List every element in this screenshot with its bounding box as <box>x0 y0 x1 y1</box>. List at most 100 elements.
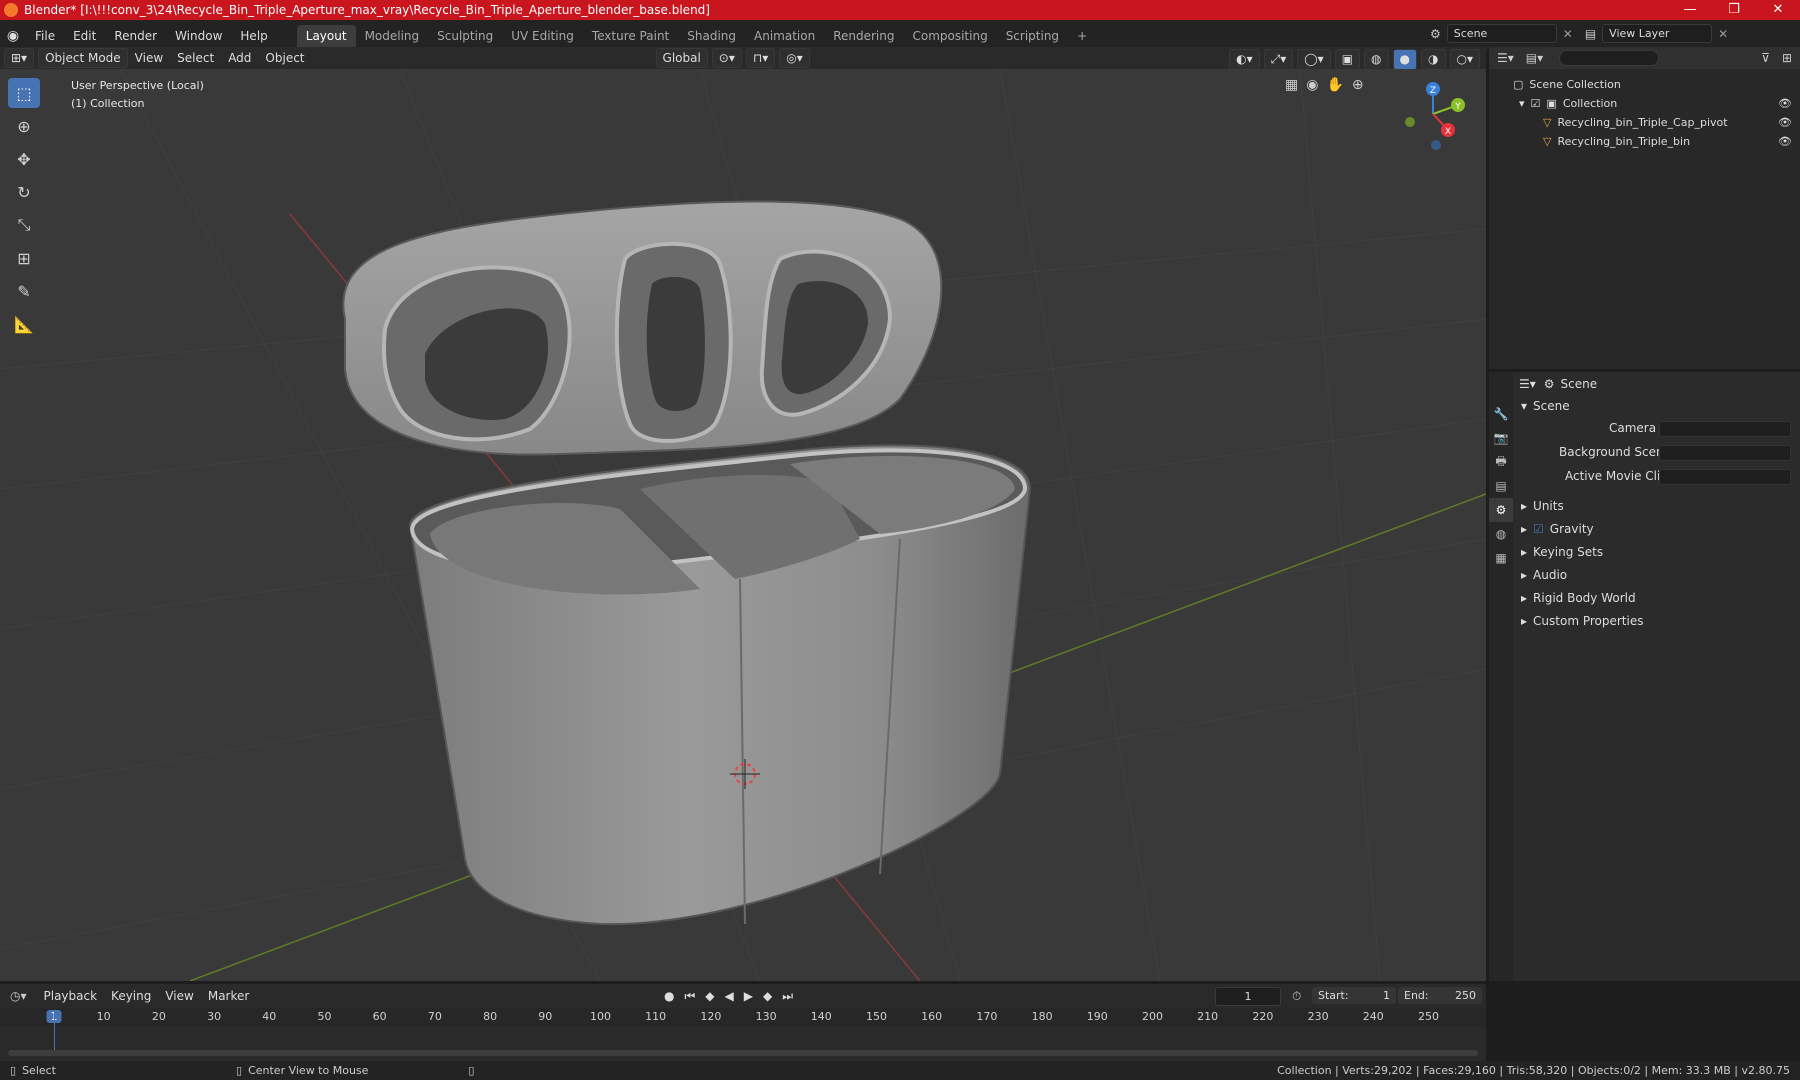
gravity-checkbox-icon[interactable]: ☑ <box>1533 522 1544 536</box>
expand-arrow-icon[interactable]: ▾ <box>1519 97 1525 110</box>
outliner-collection[interactable]: ▾ ☑ ▣ Collection 👁 <box>1519 94 1800 113</box>
timeline-menu-playback[interactable]: Playback <box>37 989 105 1003</box>
active-movie-clip-field[interactable] <box>1659 469 1791 485</box>
tab-compositing[interactable]: Compositing <box>903 25 996 47</box>
menu-render[interactable]: Render <box>105 29 166 43</box>
tab-layout[interactable]: Layout <box>296 24 356 47</box>
start-frame-field[interactable]: Start: 1 <box>1312 987 1396 1004</box>
next-keyframe-icon[interactable]: ◆ <box>763 989 772 1004</box>
tab-texture-paint[interactable]: Texture Paint <box>583 25 678 47</box>
timeline-menu-view[interactable]: View <box>158 989 200 1003</box>
rotate-tool-icon[interactable]: ↻ <box>8 177 40 207</box>
record-icon[interactable]: ● <box>664 989 674 1004</box>
transform-tool-icon[interactable]: ⊞ <box>8 243 40 273</box>
xray-icon[interactable]: ▣ <box>1334 49 1361 70</box>
texture-tab-icon[interactable]: ▦ <box>1489 546 1513 570</box>
timeline-menu-keying[interactable]: Keying <box>104 989 158 1003</box>
wireframe-shading-icon[interactable]: ◍ <box>1364 49 1389 70</box>
gizmo-toggle-icon[interactable]: ⤢▾ <box>1263 49 1294 70</box>
outliner-editor-icon[interactable]: ☰▾ <box>1497 51 1514 65</box>
select-box-tool-icon[interactable]: ⬚ <box>8 78 40 108</box>
scene-tab-icon[interactable]: ⚙ <box>1489 498 1513 522</box>
background-scene-field[interactable] <box>1659 445 1791 461</box>
blender-menu-icon[interactable]: ◉ <box>0 28 26 44</box>
jump-end-icon[interactable]: ⏭ <box>782 989 793 1004</box>
panel-audio[interactable]: ▸ Audio <box>1521 565 1567 585</box>
menu-window[interactable]: Window <box>166 29 231 43</box>
panel-custom-properties[interactable]: ▸ Custom Properties <box>1521 611 1643 631</box>
panel-rigid-body-world[interactable]: ▸ Rigid Body World <box>1521 588 1636 608</box>
visibility-eye-icon[interactable]: 👁 <box>1778 97 1792 110</box>
view-layer-close-icon[interactable]: ✕ <box>1718 27 1728 41</box>
scene-close-icon[interactable]: ✕ <box>1563 27 1573 41</box>
zoom-icon[interactable]: ⊕ <box>1352 77 1364 93</box>
snap-icon[interactable]: ⊓▾ <box>745 48 776 68</box>
scale-tool-icon[interactable]: ⤡ <box>8 210 40 240</box>
cursor-tool-icon[interactable]: ⊕ <box>8 111 40 141</box>
editor-type-icon[interactable]: ⊞▾ <box>4 48 35 68</box>
panel-units[interactable]: ▸ Units <box>1521 496 1564 516</box>
tab-uv-editing[interactable]: UV Editing <box>502 25 583 47</box>
tab-modeling[interactable]: Modeling <box>356 25 429 47</box>
camera-view-icon[interactable]: ◉ <box>1306 77 1318 93</box>
view-layer-tab-icon[interactable]: ▤ <box>1489 474 1513 498</box>
pan-hand-icon[interactable]: ✋ <box>1326 77 1343 93</box>
transform-orientation-selector[interactable]: Global <box>655 48 708 68</box>
view-layer-selector[interactable]: View Layer <box>1602 24 1713 43</box>
timeline-ruler[interactable]: 1102030405060708090100110120130140150160… <box>0 1008 1486 1026</box>
tool-tab-icon[interactable]: 🔧 <box>1489 402 1513 426</box>
tab-animation[interactable]: Animation <box>745 25 824 47</box>
proportional-edit-icon[interactable]: ◎▾ <box>779 48 810 68</box>
scene-panel-header[interactable]: ▾ Scene <box>1521 396 1570 416</box>
menu-help[interactable]: Help <box>231 29 276 43</box>
prev-keyframe-icon[interactable]: ◆ <box>705 989 714 1004</box>
timeline-scrollbar[interactable] <box>8 1050 1478 1056</box>
render-tab-icon[interactable]: 📷 <box>1489 426 1513 450</box>
pivot-icon[interactable]: ⊙▾ <box>711 48 742 68</box>
viewport-menu-view[interactable]: View <box>128 51 170 65</box>
viewport-menu-add[interactable]: Add <box>221 51 258 65</box>
current-frame-field[interactable]: 1 <box>1215 987 1281 1006</box>
grid-view-icon[interactable]: ▦ <box>1285 77 1298 93</box>
playhead[interactable] <box>54 1010 55 1054</box>
close-icon[interactable]: ✕ <box>1756 0 1800 20</box>
display-mode-icon[interactable]: ▤▾ <box>1526 51 1543 65</box>
outliner-object-cap[interactable]: ▽ Recycling_bin_Triple_Cap_pivot 👁 <box>1543 113 1800 132</box>
panel-gravity[interactable]: ▸ ☑ Gravity <box>1521 519 1594 539</box>
camera-field[interactable] <box>1659 421 1791 437</box>
timeline-editor-icon[interactable]: ◷▾ <box>10 989 27 1003</box>
annotate-tool-icon[interactable]: ✎ <box>8 276 40 306</box>
outliner-scene-collection[interactable]: ▢ Scene Collection <box>1513 75 1621 94</box>
outliner-object-bin[interactable]: ▽ Recycling_bin_Triple_bin 👁 <box>1543 132 1800 151</box>
panel-keying-sets[interactable]: ▸ Keying Sets <box>1521 542 1603 562</box>
menu-edit[interactable]: Edit <box>64 29 105 43</box>
overlay-toggle-icon[interactable]: ◯▾ <box>1297 49 1331 70</box>
viewport-menu-object[interactable]: Object <box>258 51 311 65</box>
visibility-eye-icon[interactable]: 👁 <box>1778 135 1792 148</box>
properties-editor-icon[interactable]: ☰▾ <box>1519 377 1536 391</box>
play-reverse-icon[interactable]: ◀ <box>725 989 734 1004</box>
navigation-gizmo[interactable]: Z Y X <box>1405 82 1465 150</box>
new-collection-icon[interactable]: ⊞ <box>1782 51 1792 65</box>
minimize-icon[interactable]: — <box>1668 0 1712 20</box>
3d-viewport[interactable]: Z Y X User Perspective (Local) (1) Colle… <box>0 69 1486 981</box>
tab-rendering[interactable]: Rendering <box>824 25 903 47</box>
solid-shading-icon[interactable]: ● <box>1392 49 1418 70</box>
visibility-icon[interactable]: ◐▾ <box>1229 49 1260 70</box>
scene-selector[interactable]: Scene <box>1446 24 1557 43</box>
maximize-icon[interactable]: ❐ <box>1712 0 1756 20</box>
end-frame-field[interactable]: End: 250 <box>1398 987 1482 1004</box>
play-icon[interactable]: ▶ <box>744 989 753 1004</box>
jump-start-icon[interactable]: ⏮ <box>684 989 695 1004</box>
timeline-menu-marker[interactable]: Marker <box>201 989 256 1003</box>
filter-icon[interactable]: ⊽ <box>1761 51 1770 65</box>
tab-scripting[interactable]: Scripting <box>997 25 1068 47</box>
menu-file[interactable]: File <box>26 29 64 43</box>
tab-shading[interactable]: Shading <box>678 25 745 47</box>
material-shading-icon[interactable]: ◑ <box>1421 49 1446 70</box>
rendered-shading-icon[interactable]: ○▾ <box>1449 49 1480 70</box>
mode-selector[interactable]: Object Mode <box>38 48 128 68</box>
outliner-search-input[interactable] <box>1559 50 1660 66</box>
collection-checkbox-icon[interactable]: ☑ <box>1531 97 1541 110</box>
add-workspace-icon[interactable]: + <box>1068 25 1096 47</box>
